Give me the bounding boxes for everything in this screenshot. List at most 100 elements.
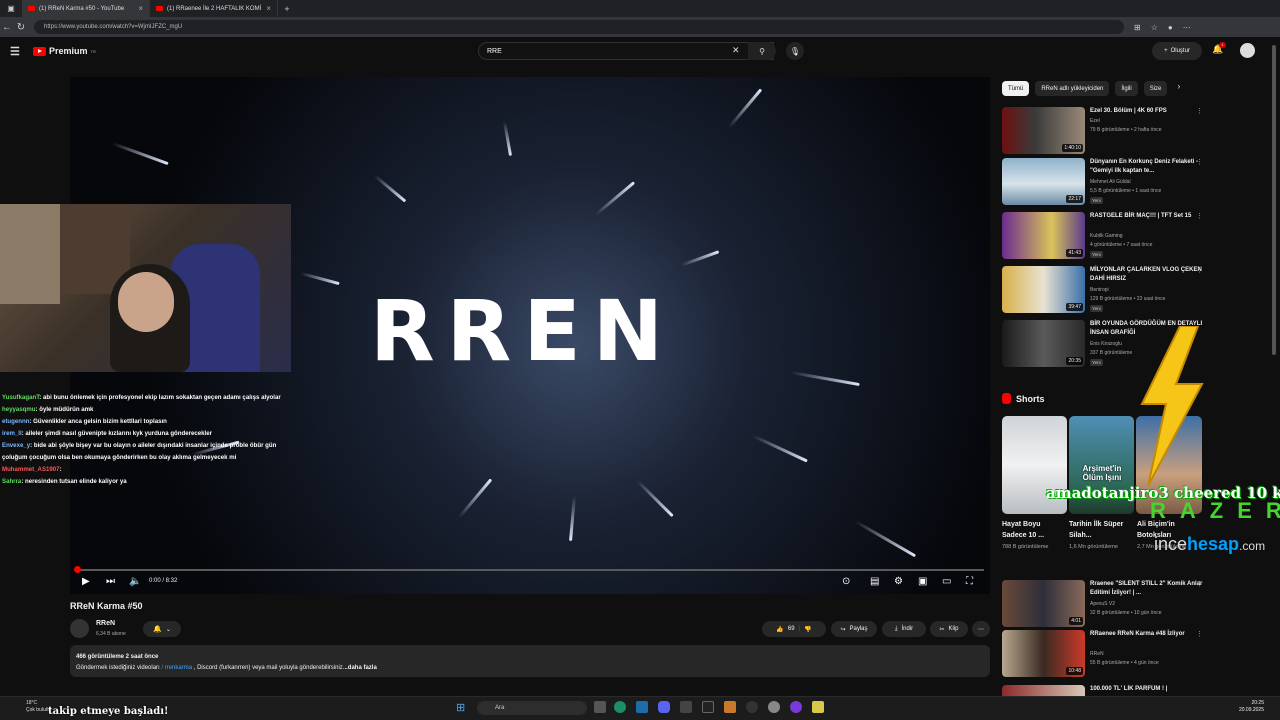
- video-thumbnail[interactable]: [1002, 685, 1085, 696]
- recommended-video[interactable]: 4:01 Rraenee "SILENT STILL 2" Komik Anla…: [1002, 580, 1272, 628]
- video-title[interactable]: MİLYONLAR ÇALARKEN VLOG ÇEKEN DAHİ HIRSI…: [1090, 266, 1210, 284]
- app-icon[interactable]: [724, 701, 736, 713]
- show-more-link[interactable]: ..daha fazla: [344, 665, 376, 671]
- search-button[interactable]: ⚲: [748, 42, 776, 60]
- recommended-video[interactable]: 100.000 TL' LİK PARFÜM ! |: [1002, 685, 1272, 696]
- more-icon[interactable]: ⋮: [1196, 266, 1203, 274]
- video-thumbnail[interactable]: 20:35: [1002, 320, 1085, 367]
- channel-name[interactable]: ApexuS V2: [1090, 601, 1115, 607]
- video-thumbnail[interactable]: 1:40:10: [1002, 107, 1085, 154]
- recommended-video[interactable]: 39:47 MİLYONLAR ÇALARKEN VLOG ÇEKEN DAHİ…: [1002, 266, 1272, 314]
- video-title[interactable]: Rraenee "SILENT STILL 2" Komik Anlar Edi…: [1090, 580, 1210, 598]
- recommended-video[interactable]: 41:43 RASTGELE BİR MAÇ!!! | TFT Set 15 K…: [1002, 212, 1272, 260]
- taskbar-search[interactable]: Ara: [477, 701, 587, 715]
- app-icon[interactable]: [812, 701, 824, 713]
- video-thumbnail[interactable]: 39:47: [1002, 266, 1085, 313]
- chip-related[interactable]: İlgili: [1115, 81, 1138, 96]
- page-scrollbar[interactable]: [1272, 45, 1276, 355]
- channel-name[interactable]: Ezel: [1090, 118, 1100, 124]
- autoplay-toggle-icon[interactable]: ⊙: [842, 576, 850, 587]
- more-icon[interactable]: ⋮: [1196, 158, 1203, 166]
- progress-bar[interactable]: [74, 566, 984, 573]
- recommended-video[interactable]: 22:17 Dünyanın En Korkunç Deniz Felaketi…: [1002, 158, 1272, 206]
- recommended-video[interactable]: 10:48 RRaenee RReN Karma #48 İzliyor RRe…: [1002, 630, 1272, 678]
- app-icon[interactable]: [768, 701, 780, 713]
- short-title[interactable]: Tarihin İlk Süper Silah...: [1069, 519, 1133, 541]
- discord-icon[interactable]: [658, 701, 670, 713]
- channel-name[interactable]: Kubilk Gaming: [1090, 233, 1123, 239]
- back-icon[interactable]: ←: [0, 22, 14, 33]
- close-tab-icon[interactable]: ×: [138, 4, 143, 13]
- like-count[interactable]: 69: [788, 626, 795, 632]
- close-tab-icon[interactable]: ×: [266, 4, 271, 13]
- task-view-icon[interactable]: [594, 701, 606, 713]
- app-icon[interactable]: [680, 701, 692, 713]
- channel-name[interactable]: Mehmet Ali Güldal: [1090, 179, 1131, 185]
- favorites-star-icon[interactable]: ☆: [1151, 23, 1158, 32]
- edge-browser-icon[interactable]: [614, 701, 626, 713]
- browser-tab[interactable]: (1) RRaenee İle 2 HAFTALIK KOMİ ×: [150, 0, 278, 17]
- new-tab-icon[interactable]: +: [278, 4, 296, 14]
- scrubber-handle[interactable]: [74, 566, 81, 573]
- settings-gear-icon[interactable]: ⚙: [894, 576, 903, 587]
- more-actions-button[interactable]: ⋯: [972, 621, 990, 637]
- video-thumbnail[interactable]: 10:48: [1002, 630, 1085, 677]
- theater-mode-icon[interactable]: ▭: [942, 576, 951, 587]
- create-button[interactable]: + Oluştur: [1152, 42, 1202, 60]
- play-icon[interactable]: ▶: [82, 576, 90, 587]
- app-icon[interactable]: [702, 701, 714, 713]
- more-icon[interactable]: ⋮: [1196, 107, 1203, 115]
- window-menu-icon[interactable]: ▣: [0, 4, 22, 13]
- more-menu-icon[interactable]: ⋯: [1183, 23, 1191, 32]
- dislike-icon[interactable]: 👎: [804, 626, 811, 633]
- steam-icon[interactable]: [636, 701, 648, 713]
- youtube-logo-icon[interactable]: [33, 46, 46, 56]
- premium-label[interactable]: Premium: [49, 46, 88, 56]
- chevron-right-icon[interactable]: ›: [1177, 81, 1180, 96]
- channel-avatar[interactable]: [70, 619, 89, 638]
- description-box[interactable]: 466 görüntüleme 2 saat önce Göndermek is…: [70, 645, 990, 677]
- video-thumbnail[interactable]: 22:17: [1002, 158, 1085, 205]
- windows-start-icon[interactable]: ⊞: [456, 701, 465, 714]
- chip-from-uploader[interactable]: RReN adlı yükleyiciden: [1035, 81, 1110, 96]
- account-avatar[interactable]: [1240, 43, 1255, 58]
- video-title[interactable]: RASTGELE BİR MAÇ!!! | TFT Set 15: [1090, 212, 1210, 221]
- system-clock[interactable]: 20:25 20.09.2025: [1222, 700, 1264, 714]
- profile-icon[interactable]: ●: [1168, 23, 1173, 32]
- video-thumbnail[interactable]: 41:43: [1002, 212, 1085, 259]
- video-title[interactable]: Dünyanın En Korkunç Deniz Felaketi - "Ge…: [1090, 158, 1210, 176]
- description-link[interactable]: / rrenkarma: [161, 665, 192, 671]
- subtitles-icon[interactable]: ▤: [870, 576, 879, 587]
- next-icon[interactable]: ⏭: [106, 576, 115, 587]
- reload-icon[interactable]: ↻: [14, 22, 28, 33]
- hamburger-menu-icon[interactable]: ☰: [10, 45, 30, 58]
- channel-name[interactable]: Enis Kirazoglu: [1090, 341, 1122, 347]
- voice-search-button[interactable]: 🎙: [786, 42, 804, 60]
- video-title[interactable]: 100.000 TL' LİK PARFÜM ! |: [1090, 685, 1210, 694]
- extension-icon[interactable]: ⊞: [1134, 23, 1141, 32]
- clip-button[interactable]: ✂ Klip: [930, 621, 968, 637]
- share-button[interactable]: ↪ Paylaş: [831, 621, 877, 637]
- obs-icon[interactable]: [746, 701, 758, 713]
- fullscreen-icon[interactable]: ⛶: [966, 576, 973, 587]
- channel-name[interactable]: RReN: [96, 620, 115, 627]
- chip-all[interactable]: Tümü: [1002, 81, 1030, 96]
- clear-search-icon[interactable]: ✕: [732, 45, 740, 56]
- more-icon[interactable]: ⋮: [1196, 630, 1203, 638]
- more-icon[interactable]: ⋮: [1196, 580, 1203, 588]
- more-icon[interactable]: ⋮: [1196, 212, 1203, 220]
- browser-tab-active[interactable]: (1) RReN Karma #50 - YouTube ×: [22, 0, 150, 17]
- chip-for-you[interactable]: Size: [1143, 81, 1168, 96]
- url-field[interactable]: https://www.youtube.com/watch?v=WjmIJFZC…: [34, 20, 1124, 34]
- miniplayer-icon[interactable]: ▣: [918, 576, 927, 587]
- video-thumbnail[interactable]: 4:01: [1002, 580, 1085, 627]
- short-title[interactable]: Hayat Boyu Sadece 10 ...: [1002, 519, 1066, 541]
- channel-name[interactable]: RReN: [1090, 651, 1104, 657]
- like-icon[interactable]: 👍: [776, 626, 783, 633]
- recommended-video[interactable]: 1:40:10 Ezel 30. Bölüm | 4K 60 FPS Ezel …: [1002, 107, 1272, 155]
- download-button[interactable]: ⤓ İndir: [882, 621, 926, 637]
- video-title[interactable]: Ezel 30. Bölüm | 4K 60 FPS: [1090, 107, 1210, 116]
- video-title[interactable]: RRaenee RReN Karma #48 İzliyor: [1090, 630, 1210, 639]
- subscription-bell-button[interactable]: 🔔 ⌄: [143, 621, 181, 637]
- search-input[interactable]: RRE: [478, 42, 774, 60]
